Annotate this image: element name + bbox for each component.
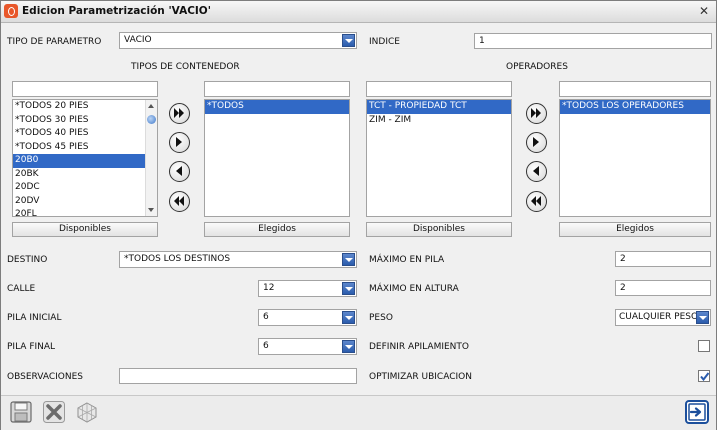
- peso-select[interactable]: CUALQUIER PESO: [615, 309, 711, 326]
- optimizar-ubicacion-checkbox[interactable]: [698, 370, 710, 382]
- double-arrow-left-icon: [174, 196, 184, 206]
- list-item[interactable]: ZIM - ZIM: [367, 114, 511, 128]
- observaciones-label: OBSERVACIONES: [7, 372, 83, 382]
- exit-icon: [685, 400, 709, 424]
- destino-label: DESTINO: [7, 255, 48, 265]
- exit-button[interactable]: [685, 400, 709, 424]
- delete-button[interactable]: [42, 400, 66, 424]
- chevron-down-icon[interactable]: [696, 311, 709, 324]
- list-item[interactable]: *TODOS 20 PIES: [13, 100, 157, 114]
- observaciones-input[interactable]: [119, 368, 357, 384]
- contenedor-chosen-filter[interactable]: [204, 81, 350, 97]
- list-item[interactable]: 20BK: [13, 168, 157, 182]
- list-item[interactable]: *TODOS 45 PIES: [13, 141, 157, 155]
- arrow-right-icon: [533, 137, 539, 147]
- operadores-disponibles-button[interactable]: Disponibles: [366, 222, 512, 237]
- pila-inicial-label: PILA INICIAL: [7, 313, 62, 323]
- scroll-up-icon[interactable]: [148, 104, 154, 108]
- contenedor-elegidos-button[interactable]: Elegidos: [204, 222, 350, 237]
- pila-final-value: 6: [263, 341, 269, 351]
- chevron-down-icon[interactable]: [342, 253, 355, 266]
- calle-value: 12: [263, 283, 275, 293]
- operadores-heading: OPERADORES: [506, 62, 568, 72]
- operadores-elegidos-button[interactable]: Elegidos: [559, 222, 711, 237]
- pila-final-label: PILA FINAL: [7, 342, 56, 352]
- save-icon: [10, 401, 32, 423]
- peso-value: CUALQUIER PESO: [619, 312, 699, 322]
- close-button[interactable]: ✕: [696, 4, 712, 19]
- list-item[interactable]: 20DC: [13, 181, 157, 195]
- operadores-chosen-filter[interactable]: [559, 81, 711, 97]
- pila-inicial-select[interactable]: 6: [258, 309, 357, 326]
- list-item[interactable]: *TODOS: [205, 100, 349, 114]
- definir-apilamiento-checkbox[interactable]: [698, 340, 710, 352]
- pila-final-select[interactable]: 6: [258, 338, 357, 355]
- scroll-thumb[interactable]: [147, 115, 156, 124]
- destino-value: *TODOS LOS DESTINOS: [124, 254, 231, 264]
- op-move-right-button[interactable]: [526, 132, 547, 153]
- double-arrow-right-icon: [531, 108, 541, 118]
- list-item[interactable]: *TODOS 30 PIES: [13, 114, 157, 128]
- save-button[interactable]: [9, 400, 33, 424]
- calle-select[interactable]: 12: [258, 280, 357, 297]
- move-all-right-button[interactable]: [169, 103, 190, 124]
- move-left-button[interactable]: [169, 161, 190, 182]
- move-right-button[interactable]: [169, 132, 190, 153]
- scrollbar[interactable]: [145, 100, 157, 216]
- arrow-right-icon: [176, 137, 182, 147]
- destino-select[interactable]: *TODOS LOS DESTINOS: [119, 251, 357, 268]
- chevron-down-icon[interactable]: [342, 34, 355, 47]
- list-item[interactable]: 20B0: [13, 154, 157, 168]
- contenedor-available-filter[interactable]: [12, 81, 158, 97]
- scroll-down-icon[interactable]: [148, 208, 154, 212]
- contenedor-heading: TIPOS DE CONTENEDOR: [131, 62, 240, 72]
- double-arrow-left-icon: [531, 196, 541, 206]
- optimizar-ubicacion-label: OPTIMIZAR UBICACION: [369, 372, 472, 382]
- operadores-available-list[interactable]: TCT - PROPIEDAD TCT ZIM - ZIM: [366, 99, 512, 217]
- pila-inicial-value: 6: [263, 312, 269, 322]
- list-item[interactable]: 20DV: [13, 195, 157, 209]
- app-icon: [4, 4, 18, 18]
- window-title: Edicion Parametrización 'VACIO': [22, 5, 211, 17]
- title-bar: Edicion Parametrización 'VACIO' ✕: [1, 1, 716, 23]
- contenedor-available-list[interactable]: *TODOS 20 PIES *TODOS 30 PIES *TODOS 40 PI…: [12, 99, 158, 217]
- list-item[interactable]: *TODOS 40 PIES: [13, 127, 157, 141]
- dialog-window: Edicion Parametrización 'VACIO' ✕ TIPO D…: [0, 0, 717, 430]
- peso-label: PESO: [369, 313, 393, 323]
- chevron-down-icon[interactable]: [342, 282, 355, 295]
- double-arrow-right-icon: [174, 108, 184, 118]
- definir-apilamiento-label: DEFINIR APILAMIENTO: [369, 342, 469, 352]
- contenedor-disponibles-button[interactable]: Disponibles: [12, 222, 158, 237]
- chevron-down-icon[interactable]: [342, 311, 355, 324]
- tipo-parametro-label: TIPO DE PARAMETRO: [7, 37, 102, 47]
- op-move-all-left-button[interactable]: [526, 191, 547, 212]
- delete-icon: [43, 401, 65, 423]
- footer-toolbar: [1, 395, 716, 430]
- grid-icon: [77, 402, 97, 423]
- contenedor-chosen-list[interactable]: *TODOS: [204, 99, 350, 217]
- arrow-left-icon: [533, 166, 539, 176]
- maximo-altura-input[interactable]: 2: [615, 280, 711, 296]
- check-icon: [700, 372, 710, 382]
- tipo-parametro-value: VACIO: [124, 35, 152, 45]
- tipo-parametro-select[interactable]: VACIO: [119, 32, 357, 49]
- maximo-pila-label: MÁXIMO EN PILA: [369, 255, 445, 265]
- operadores-available-filter[interactable]: [366, 81, 512, 97]
- op-move-left-button[interactable]: [526, 161, 547, 182]
- list-item[interactable]: *TODOS LOS OPERADORES: [560, 100, 710, 114]
- indice-input[interactable]: 1: [474, 33, 712, 49]
- op-move-all-right-button[interactable]: [526, 103, 547, 124]
- operadores-chosen-list[interactable]: *TODOS LOS OPERADORES: [559, 99, 711, 217]
- indice-label: INDICE: [369, 37, 400, 47]
- maximo-altura-label: MÁXIMO EN ALTURA: [369, 284, 459, 294]
- list-item[interactable]: TCT - PROPIEDAD TCT: [367, 100, 511, 114]
- move-all-left-button[interactable]: [169, 191, 190, 212]
- grid-button[interactable]: [75, 400, 99, 424]
- chevron-down-icon[interactable]: [342, 340, 355, 353]
- maximo-pila-input[interactable]: 2: [615, 251, 711, 267]
- list-item[interactable]: 20FL: [13, 208, 157, 216]
- calle-label: CALLE: [7, 284, 36, 294]
- arrow-left-icon: [176, 166, 182, 176]
